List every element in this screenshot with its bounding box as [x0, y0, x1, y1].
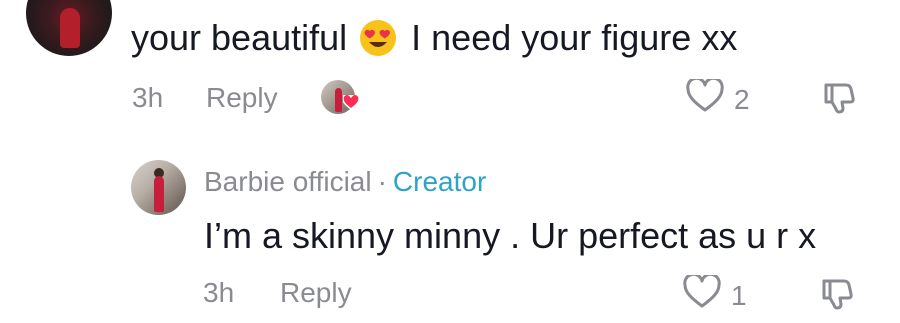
reply-text: I’m a skinny minny . Ur perfect as u r x: [204, 215, 817, 256]
heart-outline-icon: [686, 76, 724, 120]
reply-reply-button[interactable]: Reply: [280, 277, 352, 309]
reply-author-line: Barbie official · Creator: [204, 166, 486, 198]
thumbs-down-icon[interactable]: [820, 276, 860, 315]
reply-like-count: 1: [731, 279, 747, 311]
reply-timestamp: 3h: [203, 277, 235, 308]
avatar-figure: [154, 176, 164, 212]
commenter-avatar[interactable]: [26, 0, 112, 56]
comment-text-part-1: your beautiful: [131, 17, 348, 58]
reply-like-button[interactable]: 1: [683, 272, 747, 316]
reply-author-avatar[interactable]: [131, 160, 186, 215]
avatar-figure: [60, 8, 80, 48]
reply-author-name[interactable]: Barbie official: [204, 166, 372, 197]
heart-outline-icon: [683, 272, 721, 316]
comment-timestamp: 3h: [132, 82, 164, 113]
comment-like-button[interactable]: 2: [686, 76, 750, 120]
reply-button[interactable]: Reply: [206, 82, 278, 114]
comment-text-part-2: I need your figure xx: [411, 17, 738, 58]
comment-text: your beautiful I need your figure xx: [131, 16, 737, 60]
comment-like-count: 2: [734, 83, 750, 115]
creator-badge: Creator: [392, 166, 487, 197]
heart-badge-icon: [342, 93, 360, 115]
heart-eyes-emoji-icon: [359, 19, 397, 57]
liked-by-creator-badge: [321, 80, 360, 116]
separator-dot: ·: [377, 166, 387, 197]
thumbs-down-icon[interactable]: [822, 80, 862, 119]
